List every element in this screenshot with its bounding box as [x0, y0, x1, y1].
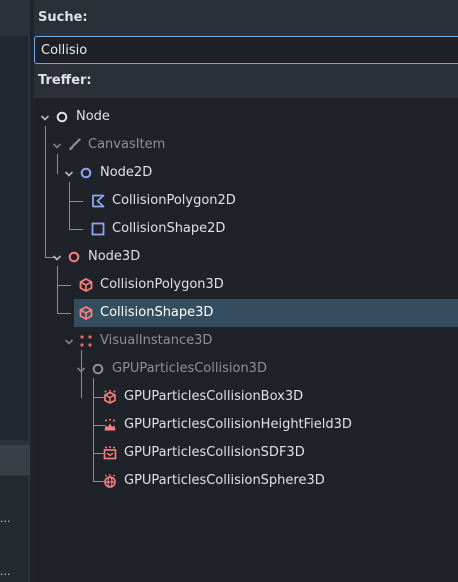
tree-item-node2d[interactable]: Node2D [34, 159, 458, 187]
tree-item-label: CollisionPolygon2D [112, 193, 236, 208]
particles-sdf-icon [103, 446, 117, 460]
tree-item-label: Node2D [100, 165, 153, 180]
tree-item-gpuparticlescollision3d[interactable]: GPUParticlesCollision3D [34, 355, 458, 383]
tree-item-label: CollisionShape3D [100, 305, 214, 320]
tree-item-gpuparticlescollisionbox3d[interactable]: GPUParticlesCollisionBox3D [34, 383, 458, 411]
particles-box-icon [103, 390, 117, 404]
cube-icon [79, 306, 93, 320]
tree-item-label: GPUParticlesCollisionSDF3D [124, 445, 305, 460]
tree-item-label: CanvasItem [88, 137, 166, 152]
tree-item-label: GPUParticlesCollisionHeightField3D [124, 417, 352, 432]
circle-outline-icon [55, 110, 69, 124]
tree-item-label: Node [76, 109, 110, 124]
tree-item-collisionshape2d[interactable]: CollisionShape2D [34, 215, 458, 243]
tree-item-label: GPUParticlesCollisionBox3D [124, 389, 304, 404]
tree-item-label: VisualInstance3D [100, 333, 213, 348]
tree-item-collisionshape3d[interactable]: CollisionShape3D [74, 299, 458, 327]
tree-item-label: Node3D [88, 249, 141, 264]
dots-icon [79, 334, 93, 348]
left-truncated-text: ... [0, 512, 11, 525]
tree-item-visualinstance3d[interactable]: VisualInstance3D [34, 327, 458, 355]
chevron-down-icon[interactable] [76, 366, 86, 374]
circle-outline-icon [79, 166, 93, 180]
particles-sphere-icon [103, 474, 117, 488]
results-label: Treffer: [38, 73, 92, 88]
left-panel-header-strip [0, 445, 30, 475]
tree-item-label: GPUParticlesCollision3D [112, 361, 267, 376]
chevron-down-icon[interactable] [64, 170, 74, 178]
left-truncated-text: ... [0, 565, 11, 578]
chevron-down-icon[interactable] [40, 114, 50, 122]
chevron-down-icon[interactable] [64, 338, 74, 346]
circle-outline-icon [67, 250, 81, 264]
tree-item-label: CollisionPolygon3D [100, 277, 224, 292]
tree-item-node[interactable]: Node [34, 103, 458, 131]
left-panel-content [0, 36, 28, 440]
tree-item-gpuparticlescollisionsdf3d[interactable]: GPUParticlesCollisionSDF3D [34, 439, 458, 467]
tree-item-collisionpolygon3d[interactable]: CollisionPolygon3D [34, 271, 458, 299]
brush-icon [67, 138, 81, 152]
tree-item-canvasitem[interactable]: CanvasItem [34, 131, 458, 159]
circle-outline-icon [91, 362, 105, 376]
polygon-2d-icon [91, 194, 105, 208]
tree-item-gpuparticlescollisionheightfield3d[interactable]: GPUParticlesCollisionHeightField3D [34, 411, 458, 439]
particles-heightfield-icon [103, 418, 117, 432]
square-outline-icon [91, 222, 105, 236]
chevron-down-icon[interactable] [52, 142, 62, 150]
tree-item-label: CollisionShape2D [112, 221, 226, 236]
search-input[interactable] [34, 36, 458, 64]
chevron-down-icon[interactable] [52, 254, 62, 262]
search-label: Suche: [38, 10, 88, 25]
cube-icon [79, 278, 93, 292]
tree-item-gpuparticlescollisionsphere3d[interactable]: GPUParticlesCollisionSphere3D [34, 467, 458, 495]
tree-item-collisionpolygon2d[interactable]: CollisionPolygon2D [34, 187, 458, 215]
results-tree[interactable]: Node CanvasItem Node2D CollisionPolygon2… [34, 98, 458, 582]
tree-item-node3d[interactable]: Node3D [34, 243, 458, 271]
tree-line [57, 313, 71, 314]
tree-item-label: GPUParticlesCollisionSphere3D [124, 473, 325, 488]
